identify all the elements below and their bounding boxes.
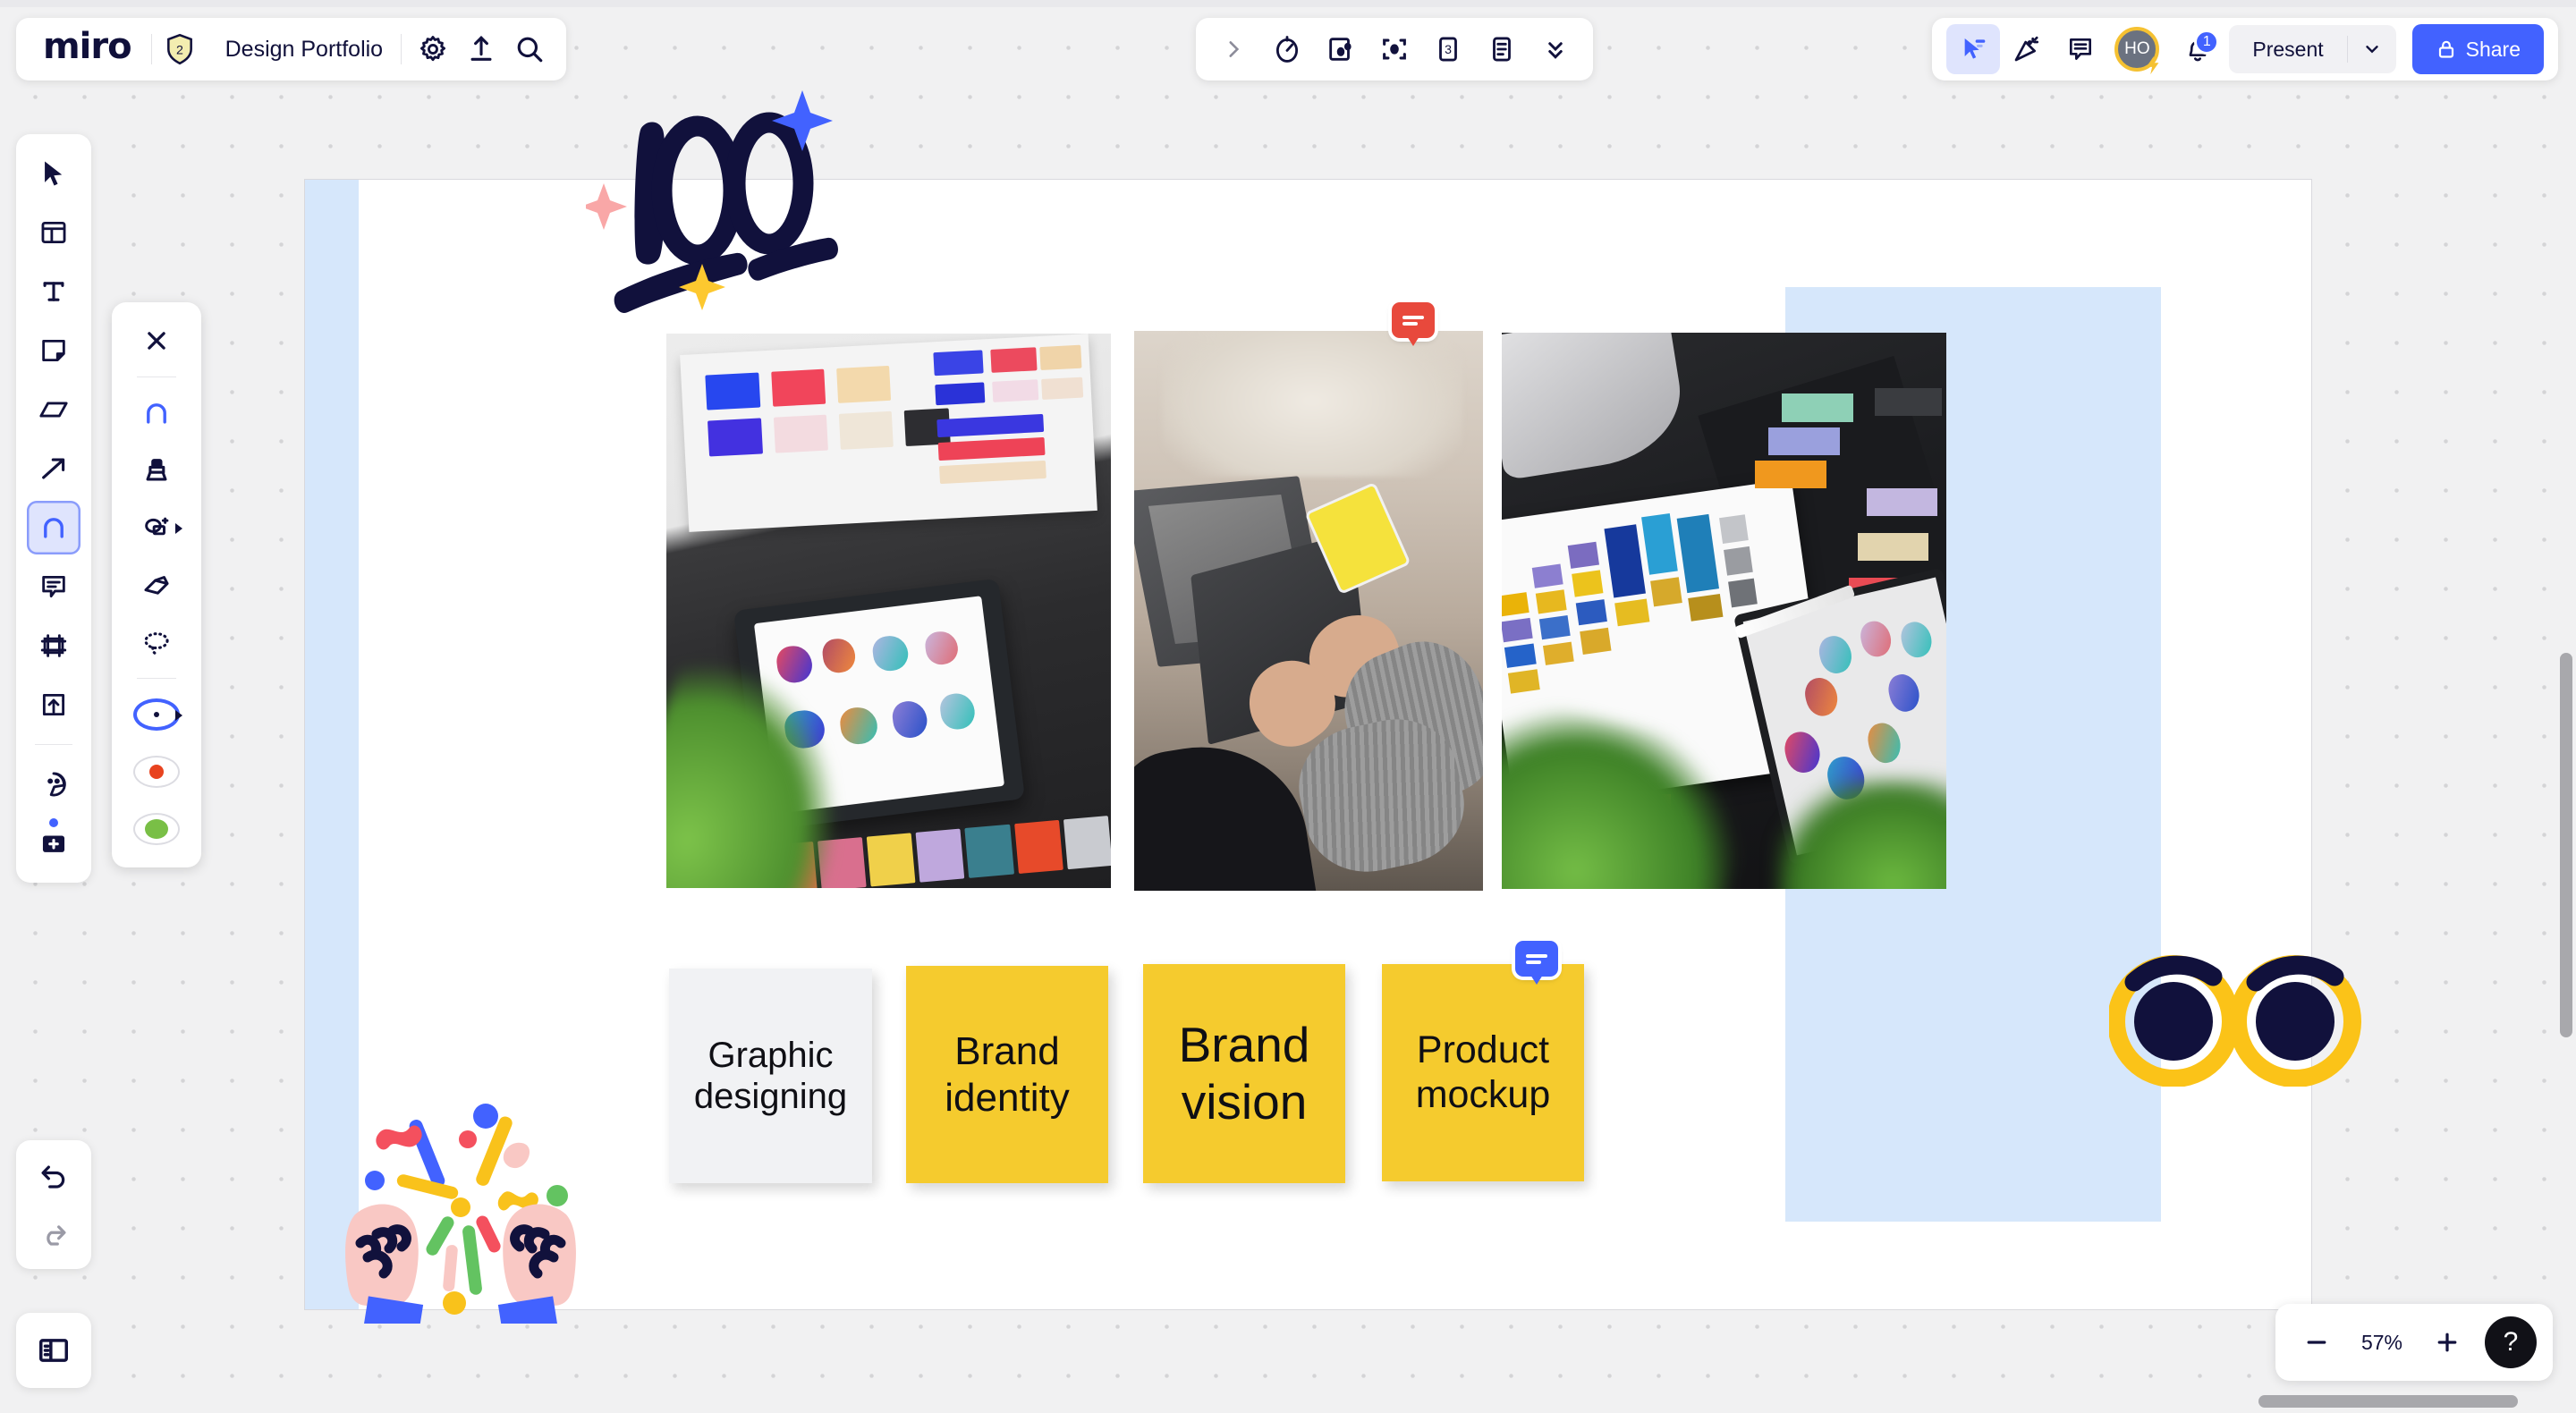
help-button[interactable]: ? <box>2485 1316 2537 1368</box>
notifications-bell-icon[interactable]: 1 <box>2166 24 2229 74</box>
divider <box>150 34 152 64</box>
eraser-option[interactable] <box>129 557 184 613</box>
celebration-hands-sticker[interactable] <box>335 1055 586 1324</box>
marker-option[interactable] <box>129 443 184 498</box>
timer-icon[interactable] <box>1260 24 1314 74</box>
close-icon[interactable] <box>129 313 184 368</box>
connection-line-tool[interactable] <box>27 442 80 495</box>
expand-chevron-icon[interactable] <box>1207 24 1260 74</box>
divider <box>401 34 402 64</box>
svg-text:3: 3 <box>1445 43 1452 57</box>
comment-tool[interactable] <box>27 560 80 613</box>
zoom-controls: 57% ? <box>2275 1304 2553 1381</box>
share-label: Share <box>2465 37 2521 61</box>
shapes-tool[interactable] <box>27 383 80 436</box>
lock-icon <box>2438 40 2453 58</box>
color-swatch-red[interactable] <box>129 744 184 800</box>
focus-mode-icon[interactable] <box>1368 24 1421 74</box>
swatch-dot <box>149 765 164 779</box>
more-apps-tool[interactable] <box>27 816 80 870</box>
color-swatch-current[interactable] <box>129 687 184 742</box>
settings-gear-icon[interactable] <box>409 25 457 73</box>
sticky-product-mockup[interactable]: Product mockup <box>1382 964 1584 1181</box>
voting-icon[interactable] <box>1314 24 1368 74</box>
sticker-tool[interactable] <box>27 757 80 811</box>
color-caret-icon <box>175 710 182 721</box>
divider <box>35 744 72 745</box>
zoom-level[interactable]: 57% <box>2347 1331 2417 1355</box>
sticky-brand-identity[interactable]: Brand identity <box>906 966 1108 1183</box>
swatch-ring <box>133 698 180 731</box>
search-icon[interactable] <box>505 25 554 73</box>
horizontal-scrollbar[interactable] <box>2258 1395 2518 1408</box>
hundred-points-doodle[interactable] <box>586 85 845 317</box>
lasso-select-option[interactable] <box>129 614 184 670</box>
top-ruler <box>0 0 2576 7</box>
sticky-brand-vision[interactable]: Brand vision <box>1143 964 1345 1183</box>
sticky-note-tool[interactable] <box>27 324 80 377</box>
eyes-sticker[interactable] <box>2109 948 2364 1087</box>
frame-tool[interactable] <box>27 619 80 673</box>
present-control: Present <box>2229 25 2396 73</box>
pen-tool[interactable] <box>27 501 80 554</box>
pen-flyout-panel <box>112 302 201 867</box>
sticky-text: Brand vision <box>1178 1016 1310 1130</box>
board-title[interactable]: Design Portfolio <box>208 37 401 63</box>
present-chevron-down-icon[interactable] <box>2348 39 2396 59</box>
submenu-caret-icon <box>175 523 182 534</box>
divider <box>137 678 176 679</box>
present-button[interactable]: Present <box>2229 38 2346 62</box>
text-tool[interactable] <box>27 265 80 318</box>
comment-lines-icon <box>1526 952 1547 967</box>
cursor-tool[interactable] <box>27 147 80 200</box>
photo-laptop-lap[interactable] <box>1134 331 1483 891</box>
pen-option[interactable] <box>129 385 184 441</box>
notes-icon[interactable] <box>1475 24 1529 74</box>
more-chevrons-icon[interactable] <box>1529 24 1582 74</box>
members-shield-icon[interactable]: 2 <box>156 25 204 73</box>
top-bar-left: miro 2 Design Portfolio <box>16 18 567 80</box>
cards-icon[interactable]: 3 <box>1421 24 1475 74</box>
smart-drawing-option[interactable] <box>129 500 184 555</box>
miro-logo[interactable]: miro <box>21 26 151 72</box>
cursor-select-icon[interactable] <box>1946 24 2001 74</box>
avatar-circle[interactable]: HO <box>2114 27 2160 75</box>
avatar[interactable]: HO <box>2107 24 2166 75</box>
zoom-out-button[interactable] <box>2292 1317 2342 1367</box>
panel-toggle-button[interactable] <box>16 1313 91 1388</box>
redo-button[interactable] <box>27 1206 80 1260</box>
comment-pin-blue[interactable] <box>1515 941 1558 985</box>
celebrate-icon[interactable] <box>2000 24 2054 74</box>
comment-list-icon[interactable] <box>2054 24 2107 74</box>
swatch-ring <box>133 813 180 845</box>
photo-pantone-swatches[interactable] <box>1502 333 1946 889</box>
comment-lines-icon <box>1402 313 1424 328</box>
comment-pin-red[interactable] <box>1392 302 1435 346</box>
new-apps-dot <box>49 818 58 827</box>
export-upload-icon[interactable] <box>457 25 505 73</box>
undo-button[interactable] <box>27 1149 80 1203</box>
swatch-dot <box>145 819 168 839</box>
swatch-ring <box>133 756 180 788</box>
avatar-status-bolt-icon <box>2147 55 2159 75</box>
templates-tool[interactable] <box>27 206 80 259</box>
svg-text:2: 2 <box>176 43 183 57</box>
sticky-text: Brand identity <box>945 1029 1070 1120</box>
top-center-toolgroup: 3 <box>1196 18 1593 80</box>
miro-board-app: Graphic designing Brand identity Brand v… <box>0 0 2576 1413</box>
sticky-text: Graphic designing <box>693 1035 848 1116</box>
color-swatch-green[interactable] <box>129 801 184 857</box>
top-right-toolgroup: HO 1 Present Share <box>1932 18 2558 80</box>
photo-color-guide-desk[interactable] <box>666 334 1111 888</box>
upload-tool[interactable] <box>27 678 80 732</box>
swatch-dot <box>154 712 159 717</box>
left-toolbar <box>16 134 91 883</box>
sticky-graphic-designing[interactable]: Graphic designing <box>669 969 872 1183</box>
history-controls <box>16 1140 91 1269</box>
notification-count-badge: 1 <box>2194 30 2220 55</box>
share-button[interactable]: Share <box>2411 24 2544 74</box>
zoom-in-button[interactable] <box>2422 1317 2472 1367</box>
vertical-scrollbar[interactable] <box>2560 653 2572 1037</box>
sticky-text: Product mockup <box>1415 1028 1551 1116</box>
